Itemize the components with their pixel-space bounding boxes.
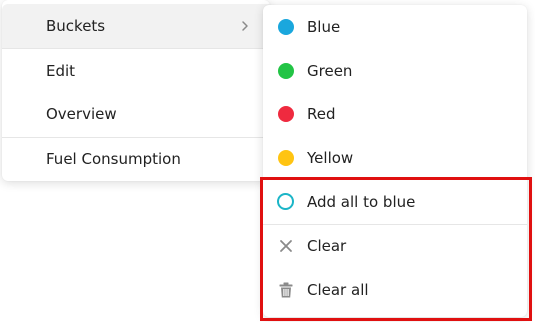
submenu-item-label: Blue xyxy=(307,18,341,36)
submenu-item-blue[interactable]: Blue xyxy=(263,5,527,49)
menu-item-label: Buckets xyxy=(46,17,106,35)
menu-item-label: Fuel Consumption xyxy=(46,150,181,168)
menu-item-overview[interactable]: Overview xyxy=(2,92,270,136)
chevron-right-icon xyxy=(242,21,248,31)
menu-item-buckets[interactable]: Buckets xyxy=(2,4,270,48)
submenu-item-label: Green xyxy=(307,62,353,80)
submenu-item-yellow[interactable]: Yellow xyxy=(263,136,527,180)
red-dot-icon xyxy=(278,106,294,122)
menu-item-fuel-consumption[interactable]: Fuel Consumption xyxy=(2,137,270,181)
blue-dot-icon xyxy=(278,19,294,35)
menu-item-label: Overview xyxy=(46,105,117,123)
menu-item-edit[interactable]: Edit xyxy=(2,49,270,93)
submenu-item-red[interactable]: Red xyxy=(263,92,527,136)
submenu-item-label: Yellow xyxy=(307,149,354,167)
submenu-item-label: Red xyxy=(307,105,336,123)
menu-item-label: Edit xyxy=(46,62,76,80)
highlight-box xyxy=(260,177,532,321)
yellow-dot-icon xyxy=(278,150,294,166)
submenu-item-green[interactable]: Green xyxy=(263,49,527,93)
context-menu: Buckets Edit Overview Fuel Consumption xyxy=(2,0,270,181)
green-dot-icon xyxy=(278,63,294,79)
